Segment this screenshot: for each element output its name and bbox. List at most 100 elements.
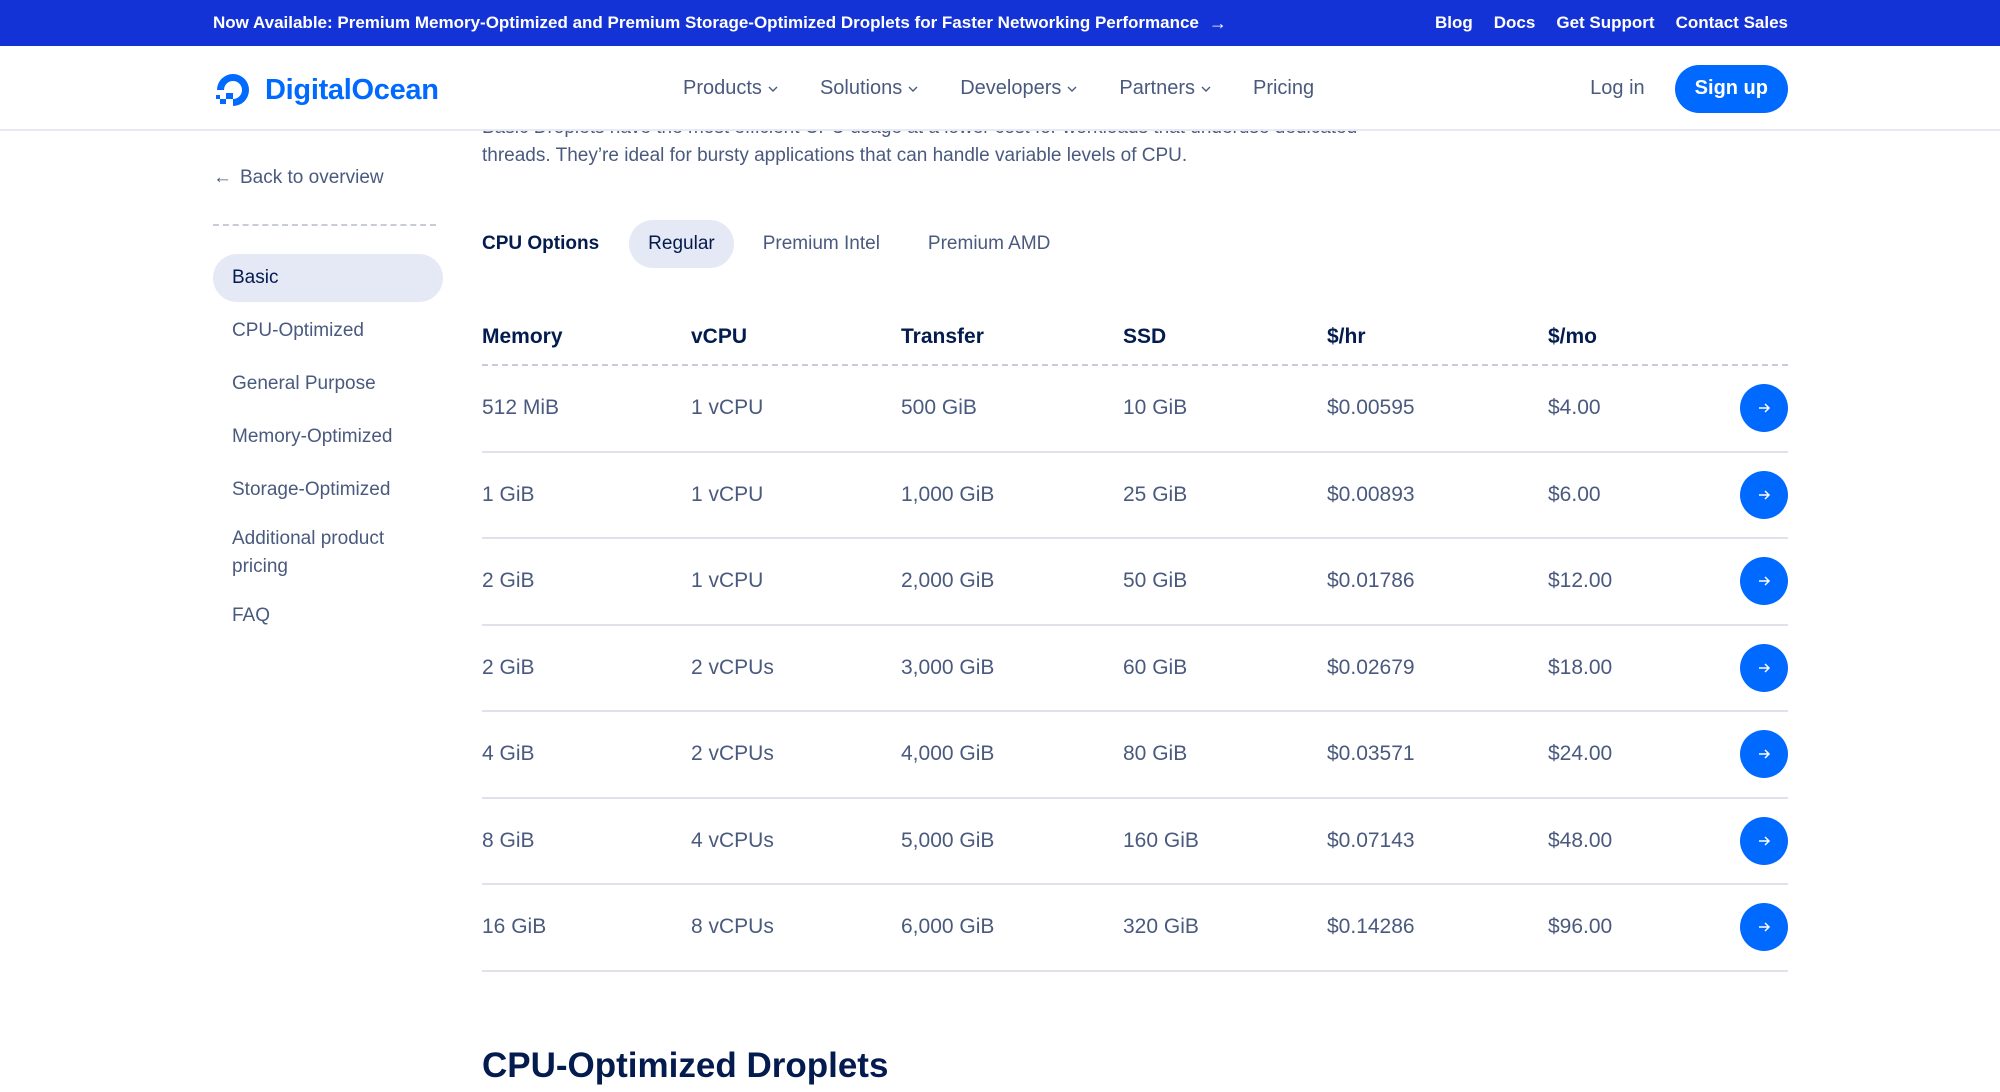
login-link[interactable]: Log in bbox=[1590, 77, 1645, 100]
chevron-down-icon bbox=[1067, 86, 1077, 92]
table-row: 1 GiB 1 vCPU 1,000 GiB 25 GiB $0.00893 $6.00 bbox=[482, 453, 1788, 539]
nav-developers-label: Developers bbox=[960, 77, 1062, 99]
cell-ssd: 10 GiB bbox=[1123, 396, 1188, 420]
get-support-link[interactable]: Get Support bbox=[1556, 13, 1654, 33]
cell-ssd: 25 GiB bbox=[1123, 482, 1188, 506]
arrow-right-icon bbox=[1759, 836, 1771, 846]
cell-memory: 16 GiB bbox=[482, 915, 547, 939]
digitalocean-logo-icon bbox=[216, 74, 249, 106]
cell-price-hourly: $0.03571 bbox=[1327, 742, 1415, 766]
cell-price-monthly: $24.00 bbox=[1548, 742, 1613, 766]
sidebar-item-storage-optimized[interactable]: Storage-Optimized bbox=[213, 466, 443, 514]
cell-vcpu: 1 vCPU bbox=[691, 482, 764, 506]
cell-vcpu: 2 vCPUs bbox=[691, 655, 774, 679]
cell-price-hourly: $0.02679 bbox=[1327, 655, 1415, 679]
table-header: Memory vCPU Transfer SSD $/hr $/mo bbox=[482, 310, 1788, 366]
cell-transfer: 3,000 GiB bbox=[901, 655, 995, 679]
cell-vcpu: 1 vCPU bbox=[691, 396, 764, 420]
col-transfer: Transfer bbox=[901, 325, 984, 348]
select-plan-button[interactable] bbox=[1740, 557, 1788, 606]
arrow-right-icon: → bbox=[1208, 12, 1227, 33]
nav-products[interactable]: Products bbox=[683, 77, 778, 100]
cell-price-hourly: $0.00595 bbox=[1327, 396, 1415, 420]
cell-ssd: 80 GiB bbox=[1123, 742, 1188, 766]
table-body: 512 MiB 1 vCPU 500 GiB 10 GiB $0.00595 $4.00 1… bbox=[482, 366, 1788, 972]
tab-regular[interactable]: Regular bbox=[629, 220, 734, 268]
select-plan-button[interactable] bbox=[1740, 816, 1788, 865]
cell-transfer: 4,000 GiB bbox=[901, 742, 995, 766]
select-plan-button[interactable] bbox=[1740, 730, 1788, 779]
tab-premium-intel[interactable]: Premium Intel bbox=[744, 220, 899, 268]
select-plan-button[interactable] bbox=[1740, 384, 1788, 433]
cell-memory: 2 GiB bbox=[482, 655, 535, 679]
arrow-right-icon bbox=[1759, 403, 1771, 413]
sidebar-item-faq[interactable]: FAQ bbox=[213, 592, 443, 640]
sidebar-item-memory-optimized[interactable]: Memory-Optimized bbox=[213, 413, 443, 461]
sidebar-divider bbox=[213, 224, 436, 226]
cell-price-monthly: $96.00 bbox=[1548, 915, 1613, 939]
col-ssd: SSD bbox=[1123, 325, 1167, 348]
cell-price-hourly: $0.07143 bbox=[1327, 828, 1415, 852]
section-heading-cpu-optimized: CPU-Optimized Droplets bbox=[482, 1046, 889, 1085]
col-price-monthly: $/mo bbox=[1548, 325, 1598, 348]
chevron-down-icon bbox=[1201, 86, 1211, 92]
utility-links: Blog Docs Get Support Contact Sales bbox=[1435, 0, 1788, 46]
chevron-down-icon bbox=[908, 86, 918, 92]
select-plan-button[interactable] bbox=[1740, 643, 1788, 692]
cell-price-hourly: $0.14286 bbox=[1327, 915, 1415, 939]
chevron-down-icon bbox=[768, 86, 778, 92]
cell-ssd: 160 GiB bbox=[1123, 828, 1199, 852]
nav-partners-label: Partners bbox=[1119, 77, 1195, 99]
cell-transfer: 1,000 GiB bbox=[901, 482, 995, 506]
nav-developers[interactable]: Developers bbox=[960, 77, 1077, 100]
cpu-options-label: CPU Options bbox=[482, 233, 600, 254]
sidebar-nav: Basic CPU-Optimized General Purpose Memo… bbox=[213, 254, 443, 640]
logo[interactable]: DigitalOcean bbox=[213, 70, 439, 110]
nav-pricing-label: Pricing bbox=[1252, 77, 1315, 99]
cell-memory: 2 GiB bbox=[482, 569, 535, 593]
blog-link[interactable]: Blog bbox=[1435, 13, 1473, 33]
announcement-text: Now Available: Premium Memory-Optimized … bbox=[213, 13, 1199, 32]
cell-memory: 8 GiB bbox=[482, 828, 535, 852]
cpu-options-tabs: CPU Options Regular Premium Intel Premiu… bbox=[482, 220, 1079, 268]
signup-button[interactable]: Sign up bbox=[1674, 64, 1788, 113]
cell-price-monthly: $12.00 bbox=[1548, 569, 1613, 593]
select-plan-button[interactable] bbox=[1740, 903, 1788, 952]
announcement-link[interactable]: Now Available: Premium Memory-Optimized … bbox=[213, 0, 1227, 46]
sidebar-item-general-purpose[interactable]: General Purpose bbox=[213, 360, 443, 408]
cell-vcpu: 1 vCPU bbox=[691, 569, 764, 593]
site-header: DigitalOcean Products Solutions Develope… bbox=[0, 46, 2000, 131]
cell-transfer: 500 GiB bbox=[901, 396, 977, 420]
cell-vcpu: 8 vCPUs bbox=[691, 915, 774, 939]
nav-pricing[interactable]: Pricing bbox=[1253, 77, 1314, 100]
arrow-right-icon bbox=[1759, 749, 1771, 759]
select-plan-button[interactable] bbox=[1740, 470, 1788, 519]
announcement-banner: Now Available: Premium Memory-Optimized … bbox=[0, 0, 2000, 46]
table-row: 8 GiB 4 vCPUs 5,000 GiB 160 GiB $0.07143 $48.… bbox=[482, 799, 1788, 885]
nav-partners[interactable]: Partners bbox=[1119, 77, 1211, 100]
arrow-left-icon: ← bbox=[213, 167, 232, 188]
sidebar-item-basic[interactable]: Basic bbox=[213, 254, 443, 302]
cell-price-monthly: $18.00 bbox=[1548, 655, 1613, 679]
table-row: 16 GiB 8 vCPUs 6,000 GiB 320 GiB $0.14286 $96… bbox=[482, 885, 1788, 972]
nav-solutions[interactable]: Solutions bbox=[820, 77, 918, 100]
table-row: 4 GiB 2 vCPUs 4,000 GiB 80 GiB $0.03571 $24.0… bbox=[482, 712, 1788, 799]
back-to-overview-label: Back to overview bbox=[240, 167, 384, 188]
table-row: 2 GiB 2 vCPUs 3,000 GiB 60 GiB $0.02679 $18.0… bbox=[482, 626, 1788, 712]
cell-price-monthly: $6.00 bbox=[1548, 482, 1601, 506]
back-to-overview-link[interactable]: ← Back to overview bbox=[213, 160, 443, 196]
col-memory: Memory bbox=[482, 325, 563, 348]
sidebar-item-cpu-optimized[interactable]: CPU-Optimized bbox=[213, 307, 443, 355]
cell-vcpu: 2 vCPUs bbox=[691, 742, 774, 766]
contact-sales-link[interactable]: Contact Sales bbox=[1676, 13, 1788, 33]
sidebar-item-additional-pricing[interactable]: Additional product pricing bbox=[213, 519, 443, 587]
tab-premium-amd[interactable]: Premium AMD bbox=[909, 220, 1069, 268]
col-vcpu: vCPU bbox=[691, 325, 748, 348]
docs-link[interactable]: Docs bbox=[1494, 13, 1536, 33]
nav-solutions-label: Solutions bbox=[819, 77, 903, 99]
cell-price-monthly: $48.00 bbox=[1548, 828, 1613, 852]
cell-memory: 1 GiB bbox=[482, 482, 535, 506]
pricing-table: Memory vCPU Transfer SSD $/hr $/mo 512 M… bbox=[482, 310, 1788, 972]
logo-text: DigitalOcean bbox=[265, 73, 439, 106]
arrow-right-icon bbox=[1759, 576, 1771, 586]
